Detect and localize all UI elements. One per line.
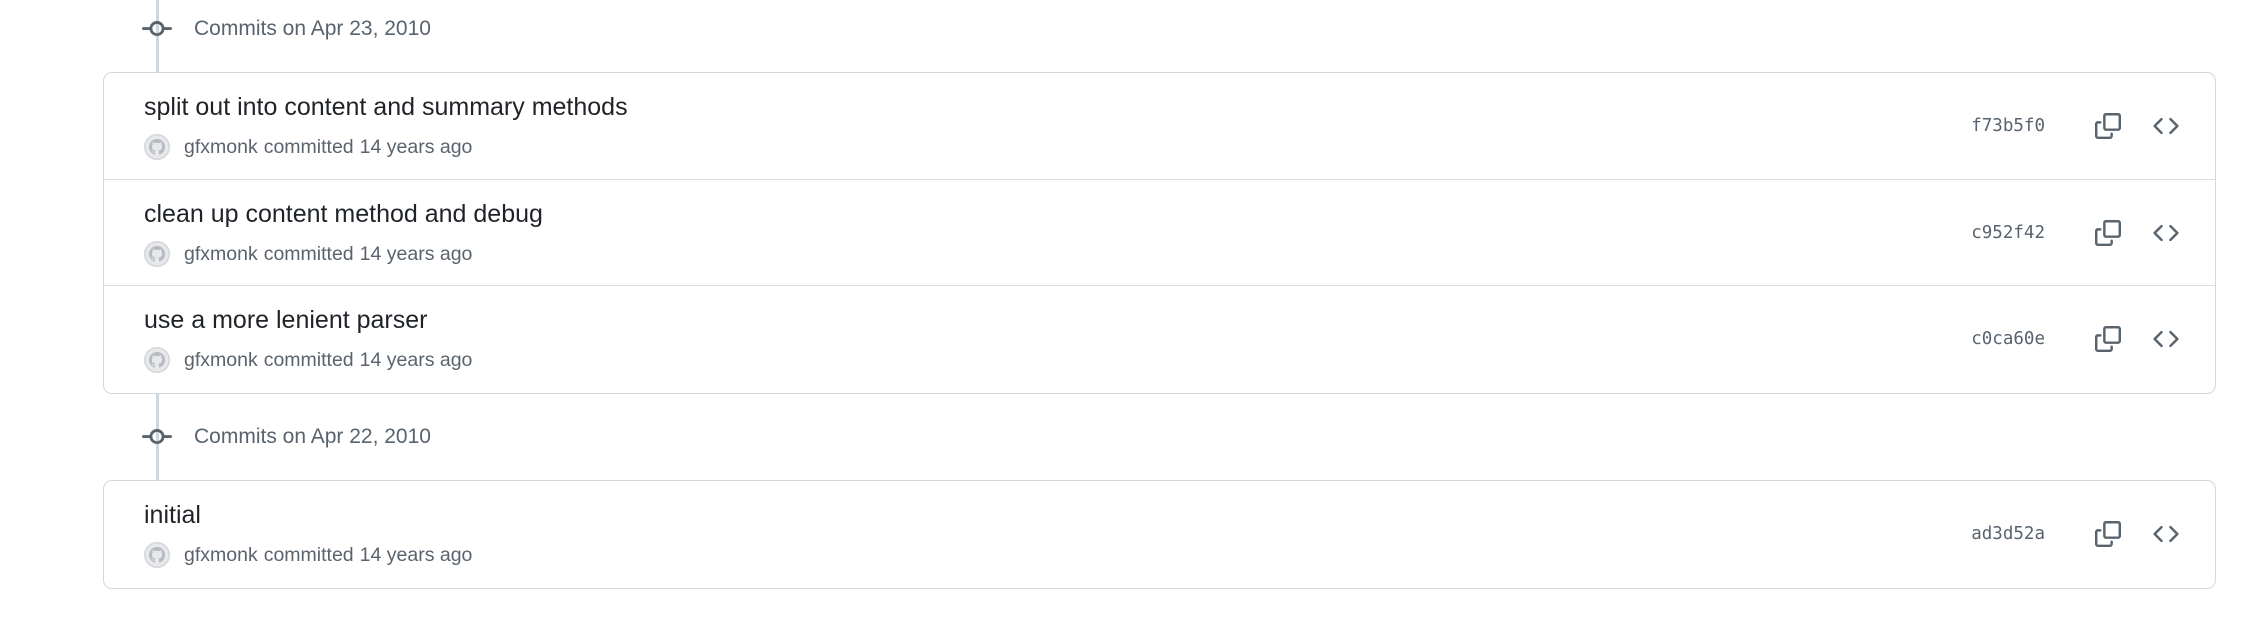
browse-repo-button[interactable]: [2147, 107, 2185, 145]
commit-meta: gfxmonk committed 14 years ago: [144, 541, 472, 569]
commit-meta: gfxmonk committed 14 years ago: [144, 133, 472, 161]
group-title: Commits on Apr 23, 2010: [194, 17, 431, 40]
commit-list: initial gfxmonk committed 14 years ago a…: [103, 480, 2216, 589]
github-avatar-icon: [149, 246, 165, 262]
github-avatar-icon: [149, 139, 165, 155]
github-avatar-icon: [149, 352, 165, 368]
commit-message-link[interactable]: use a more lenient parser: [144, 306, 427, 335]
copy-sha-button[interactable]: [2089, 214, 2127, 252]
commit-actions: c0ca60e: [1971, 286, 2185, 391]
code-icon: [2153, 525, 2179, 543]
commit-author[interactable]: gfxmonk: [184, 544, 258, 567]
avatar[interactable]: [144, 347, 170, 373]
commit-author[interactable]: gfxmonk: [184, 243, 258, 266]
commit-row: initial gfxmonk committed 14 years ago a…: [104, 481, 2215, 587]
copy-icon: [2095, 521, 2121, 547]
browse-repo-button[interactable]: [2147, 320, 2185, 358]
commit-message-link[interactable]: split out into content and summary metho…: [144, 93, 628, 122]
commit-group-header: Commits on Apr 23, 2010: [142, 14, 431, 44]
avatar[interactable]: [144, 542, 170, 568]
commit-actions: ad3d52a: [1971, 481, 2185, 587]
commit-verb: committed: [263, 135, 354, 158]
commit-time: 14 years ago: [359, 135, 473, 158]
avatar[interactable]: [144, 241, 170, 267]
commit-sha-link[interactable]: c952f42: [1971, 223, 2045, 243]
copy-sha-button[interactable]: [2089, 320, 2127, 358]
avatar[interactable]: [144, 134, 170, 160]
copy-sha-button[interactable]: [2089, 107, 2127, 145]
commit-verb: committed: [263, 543, 354, 566]
commit-sha-link[interactable]: ad3d52a: [1971, 524, 2045, 544]
commit-sha-link[interactable]: c0ca60e: [1971, 329, 2045, 349]
commit-time: 14 years ago: [359, 348, 473, 371]
copy-icon: [2095, 113, 2121, 139]
commit-actions: c952f42: [1971, 180, 2185, 285]
group-title: Commits on Apr 22, 2010: [194, 425, 431, 448]
commit-actions: f73b5f0: [1971, 73, 2185, 179]
commit-message-link[interactable]: clean up content method and debug: [144, 200, 543, 229]
commit-author[interactable]: gfxmonk: [184, 136, 258, 159]
commit-sha-link[interactable]: f73b5f0: [1971, 116, 2045, 136]
commit-row: use a more lenient parser gfxmonk commit…: [104, 285, 2215, 391]
commit-time: 14 years ago: [359, 242, 473, 265]
commit-row: clean up content method and debug gfxmon…: [104, 179, 2215, 285]
git-commit-icon: [142, 429, 172, 445]
commit-author[interactable]: gfxmonk: [184, 349, 258, 372]
code-icon: [2153, 117, 2179, 135]
copy-sha-button[interactable]: [2089, 515, 2127, 553]
browse-repo-button[interactable]: [2147, 214, 2185, 252]
commit-list: split out into content and summary metho…: [103, 72, 2216, 394]
commit-message-link[interactable]: initial: [144, 501, 201, 530]
git-commit-icon: [142, 21, 172, 37]
code-icon: [2153, 330, 2179, 347]
commit-verb: committed: [263, 348, 354, 371]
copy-icon: [2095, 219, 2121, 246]
copy-icon: [2095, 325, 2121, 352]
commit-meta: gfxmonk committed 14 years ago: [144, 240, 472, 268]
commit-group-header: Commits on Apr 22, 2010: [142, 422, 431, 452]
code-icon: [2153, 224, 2179, 241]
browse-repo-button[interactable]: [2147, 515, 2185, 553]
commit-row: split out into content and summary metho…: [104, 73, 2215, 179]
commit-meta: gfxmonk committed 14 years ago: [144, 346, 472, 374]
github-avatar-icon: [149, 547, 165, 563]
commit-verb: committed: [263, 242, 354, 265]
commit-time: 14 years ago: [359, 543, 473, 566]
